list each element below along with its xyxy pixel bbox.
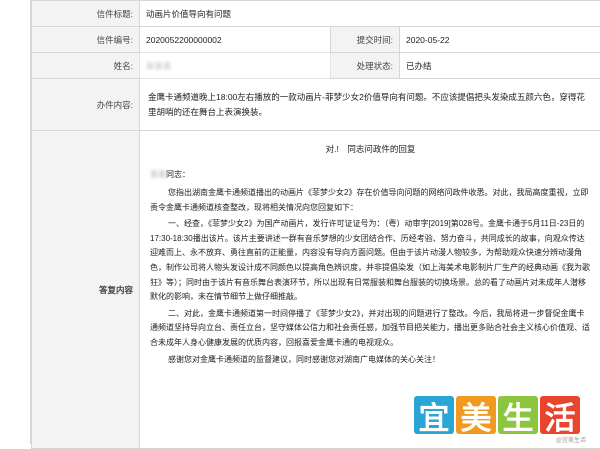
reply-title: 对.! 同志问政件的回复 bbox=[150, 143, 591, 155]
letter-info-table: 信件标题: 动画片价值导向有问题 信件编号: 2020052200000002 … bbox=[31, 0, 600, 449]
name-value: 某某某 bbox=[140, 53, 331, 79]
status-label: 处理状态: bbox=[331, 53, 400, 79]
watermark-char: 生 bbox=[498, 396, 538, 434]
submit-time-label: 提交时间: bbox=[331, 27, 400, 53]
reply-label: 答复内容 bbox=[32, 131, 140, 449]
content-label: 办件内容: bbox=[32, 79, 140, 131]
watermark-note: @宜美生活 bbox=[556, 435, 586, 444]
name-label: 姓名: bbox=[32, 53, 140, 79]
letter-sheet: 信件标题: 动画片价值导向有问题 信件编号: 2020052200000002 … bbox=[30, 0, 600, 444]
status-value: 已办结 bbox=[400, 53, 600, 79]
title-value: 动画片价值导向有问题 bbox=[140, 1, 600, 27]
reply-paragraph: 感谢您对金鹰卡通频道的监督建议，同时感谢您对湖南广电媒体的关心关注！ bbox=[150, 353, 591, 368]
title-label: 信件标题: bbox=[32, 1, 140, 27]
reply-greeting-name: 某某 bbox=[150, 170, 166, 179]
watermark-char: 宜 bbox=[414, 396, 454, 434]
number-value: 2020052200000002 bbox=[140, 27, 331, 53]
title-row: 信件标题: 动画片价值导向有问题 bbox=[32, 1, 600, 27]
reply-paragraph: 一、经查，《菲梦少女2》为国产动画片，发行许可证证号为：（粤）动审字[2019]… bbox=[150, 217, 591, 305]
reply-greeting-suffix: 同志： bbox=[166, 170, 190, 179]
watermark-logo: 宜 美 生 活 bbox=[414, 396, 580, 434]
number-label: 信件编号: bbox=[32, 27, 140, 53]
number-row: 信件编号: 2020052200000002 提交时间: 2020-05-22 bbox=[32, 27, 600, 53]
watermark-char: 美 bbox=[456, 396, 496, 434]
name-row: 姓名: 某某某 处理状态: 已办结 bbox=[32, 53, 600, 79]
content-value: 金鹰卡通频道晚上18:00左右播放的一款动画片-菲梦少女2价值导向有问题。不应该… bbox=[140, 79, 600, 131]
reply-greeting: 某某同志： bbox=[150, 169, 591, 180]
content-row: 办件内容: 金鹰卡通频道晚上18:00左右播放的一款动画片-菲梦少女2价值导向有… bbox=[32, 79, 600, 131]
reply-paragraph: 您指出湖南金鹰卡通频道播出的动画片《菲梦少女2》存在价值导向问题的网络问政件收悉… bbox=[150, 186, 591, 215]
watermark-char: 活 bbox=[540, 396, 580, 434]
reply-paragraph: 二、对此，金鹰卡通频道第一时间停播了《菲梦少女2》，并对出现的问题进行了整改。今… bbox=[150, 307, 591, 351]
submit-time-value: 2020-05-22 bbox=[400, 27, 600, 53]
